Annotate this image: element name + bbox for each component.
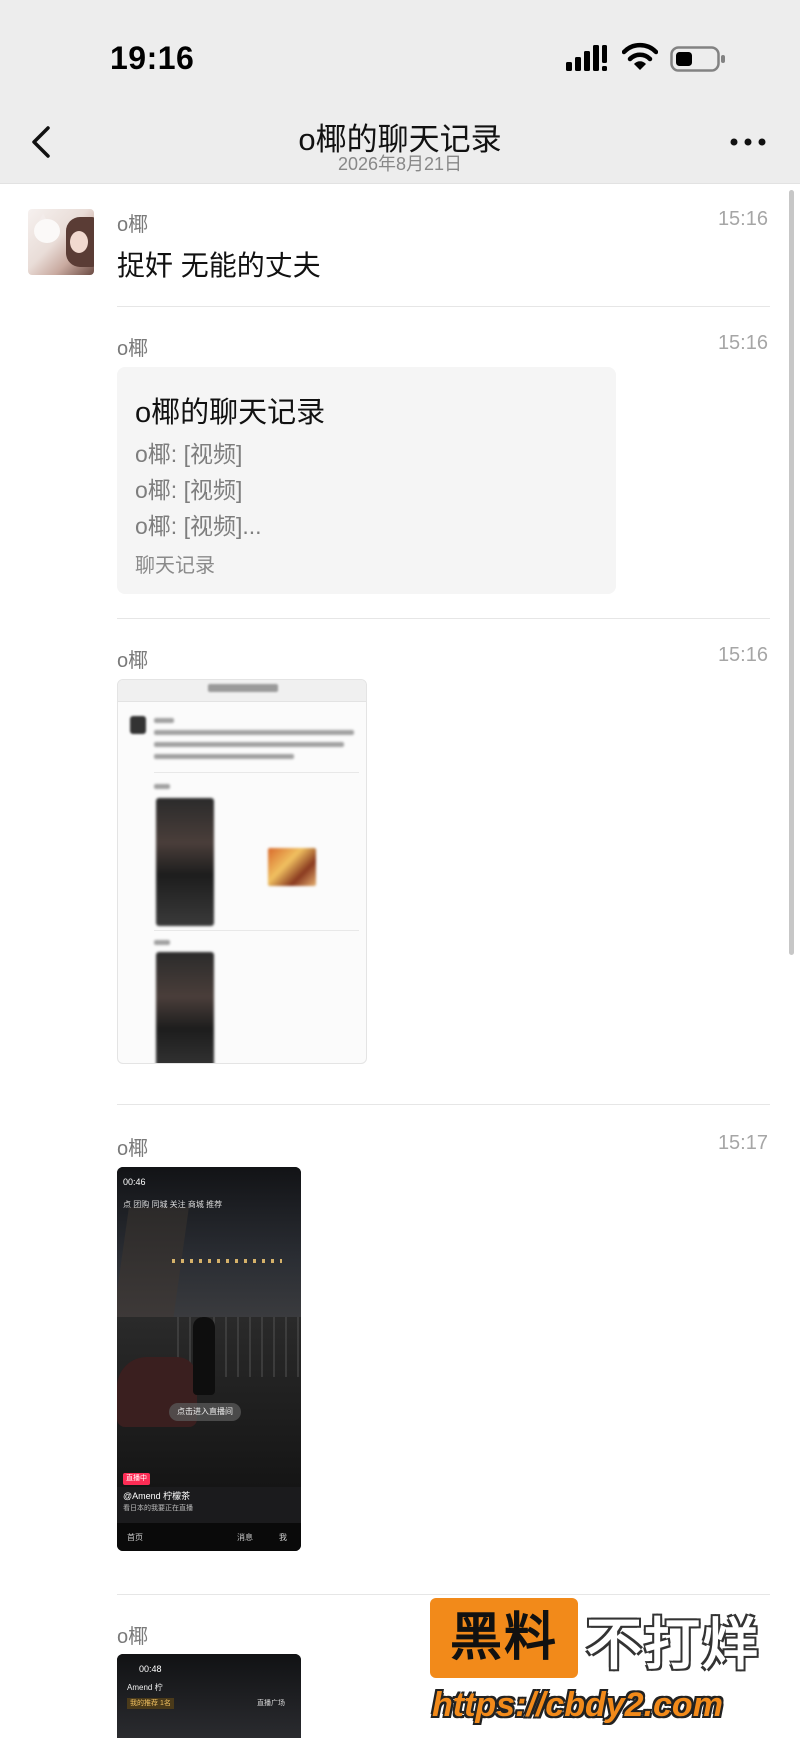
video-screenshot[interactable]: 00:48 Amend 柠 我的推荐 1名 直播广场 <box>117 1654 301 1738</box>
food-thumbnail <box>268 848 316 886</box>
battery-icon <box>670 46 725 72</box>
message-sender: o椰 <box>117 1626 149 1648</box>
message-time: 15:16 <box>717 332 768 354</box>
avatar[interactable] <box>28 209 94 275</box>
screenshot-clock: 00:48 <box>139 1664 162 1674</box>
more-options-icon[interactable] <box>728 136 768 148</box>
message-sender: o椰 <box>117 214 149 236</box>
screenshot-caption: 看日本的我要正在直播 <box>123 1505 193 1512</box>
chat-record-title: o椰的聊天记录 <box>135 397 326 429</box>
divider <box>117 1594 770 1595</box>
message-sender: o椰 <box>117 338 149 360</box>
screenshot-nav-me: 我 <box>279 1533 287 1542</box>
blurred-text <box>154 940 170 945</box>
message-time: 15:16 <box>717 644 768 666</box>
avatar-face <box>70 231 88 253</box>
person <box>193 1317 215 1395</box>
status-bar: 19:16 <box>0 0 800 100</box>
divider <box>117 618 770 619</box>
screenshot-tabs: 点 团购 同城 关注 商城 推荐 <box>123 1200 223 1209</box>
wifi-icon <box>622 42 658 70</box>
city-lights <box>172 1259 282 1263</box>
video-screenshot[interactable]: 00:46 点 团购 同城 关注 商城 推荐 点击进入直播间 直播中 @Amen… <box>117 1167 301 1551</box>
cellular-signal-icon <box>566 45 607 71</box>
chat-record-list[interactable]: o椰 15:16 捉奸 无能的丈夫 o椰 15:16 o椰的聊天记录 o椰: [… <box>0 184 800 1738</box>
scrollbar[interactable] <box>789 190 794 955</box>
screenshot-side-label: 直播广场 <box>257 1700 285 1707</box>
screenshot-bottom-nav: 首页 消息 我 <box>117 1523 301 1551</box>
chat-record-footer: 聊天记录 <box>135 555 215 577</box>
screenshot-header-title <box>208 684 278 692</box>
blurred-text <box>154 754 294 759</box>
message-sender: o椰 <box>117 1138 149 1160</box>
watermark-side-text: 不打烊 <box>586 1613 760 1676</box>
blurred-text <box>154 730 354 735</box>
chat-record-line: o椰: [视频]... <box>135 513 262 539</box>
status-time: 19:16 <box>110 40 195 76</box>
screenshot-image[interactable] <box>117 679 367 1064</box>
screenshot-nav-messages: 消息 <box>237 1533 253 1542</box>
live-tag: 直播中 <box>123 1473 150 1485</box>
watermark-url: https://cbdy2.com <box>432 1686 723 1724</box>
video-thumbnail <box>156 952 214 1063</box>
divider <box>117 1104 770 1105</box>
blurred-text <box>154 784 170 789</box>
screenshot-badge: 我的推荐 1名 <box>127 1698 174 1709</box>
screenshot-divider <box>154 772 359 773</box>
chat-record-line: o椰: [视频] <box>135 441 243 467</box>
blurred-text <box>154 742 344 747</box>
avatar-cat-face <box>34 219 60 243</box>
chat-record-card[interactable]: o椰的聊天记录 o椰: [视频] o椰: [视频] o椰: [视频]... 聊天… <box>117 367 616 594</box>
message-text: 捉奸 无能的丈夫 <box>117 250 321 281</box>
enter-live-button: 点击进入直播间 <box>169 1403 241 1421</box>
screenshot-nav-home: 首页 <box>127 1533 143 1542</box>
watermark: 黑料 不打烊 https://cbdy2.com <box>430 1598 790 1738</box>
divider <box>117 306 770 307</box>
nav-bar: o椰的聊天记录 2026年8月21日 <box>0 100 800 184</box>
screenshot-avatar <box>130 716 146 734</box>
video-thumbnail <box>156 798 214 926</box>
screenshot-username: @Amend 柠檬茶 <box>123 1491 191 1501</box>
message-time: 15:17 <box>717 1132 768 1154</box>
page-subtitle-date: 2026年8月21日 <box>337 154 463 174</box>
message-time: 15:16 <box>717 208 768 230</box>
chat-record-line: o椰: [视频] <box>135 477 243 503</box>
blurred-text <box>154 718 174 723</box>
screenshot-username: Amend 柠 <box>127 1683 163 1692</box>
message-sender: o椰 <box>117 650 149 672</box>
watermark-badge-text: 黑料 <box>449 1609 558 1667</box>
screenshot-clock: 00:46 <box>123 1177 146 1187</box>
screenshot-divider <box>154 930 359 931</box>
